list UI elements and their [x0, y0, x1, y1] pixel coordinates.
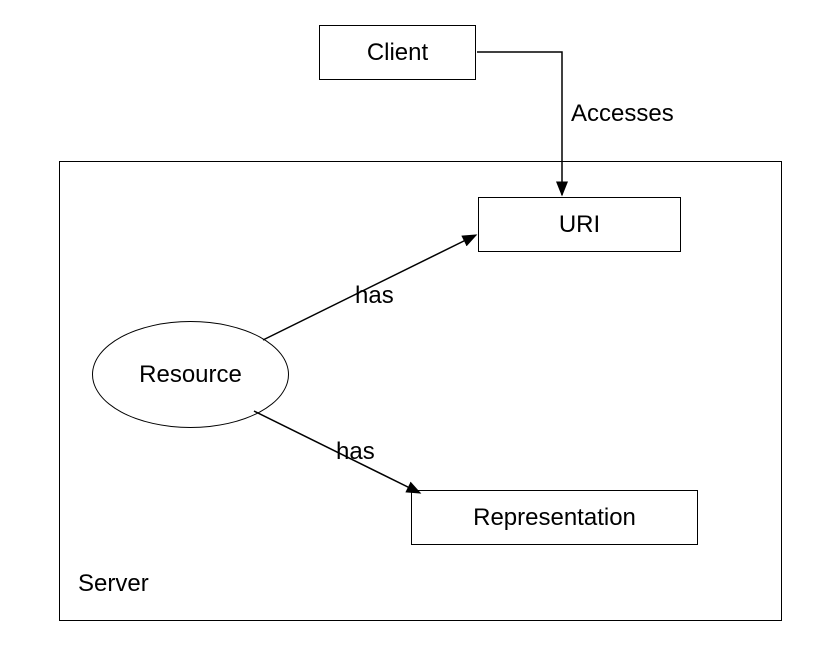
client-node: Client [319, 25, 476, 80]
rest-architecture-diagram: Client Server URI Representation Resourc… [0, 0, 822, 651]
client-label: Client [367, 39, 428, 67]
has-representation-edge-label: has [336, 438, 375, 466]
resource-node: Resource [92, 321, 289, 428]
accesses-edge-label: Accesses [571, 100, 674, 128]
server-label: Server [78, 570, 149, 598]
resource-label: Resource [139, 361, 242, 389]
uri-node: URI [478, 197, 681, 252]
uri-label: URI [559, 211, 600, 239]
representation-label: Representation [473, 504, 636, 532]
has-uri-edge-label: has [355, 282, 394, 310]
representation-node: Representation [411, 490, 698, 545]
